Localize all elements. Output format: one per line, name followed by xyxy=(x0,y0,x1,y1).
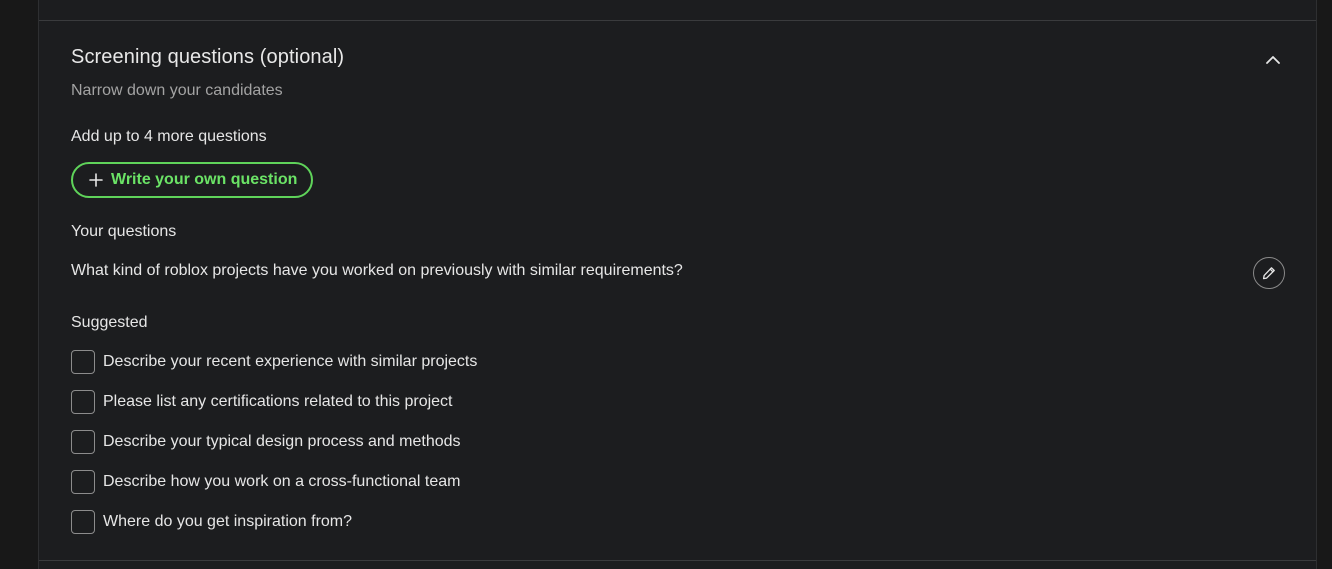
suggested-item[interactable]: Describe how you work on a cross-functio… xyxy=(71,470,461,494)
suggested-item-label: Describe your recent experience with sim… xyxy=(103,353,478,370)
suggested-item-label: Where do you get inspiration from? xyxy=(103,513,353,530)
divider xyxy=(39,20,1316,21)
chevron-up-icon xyxy=(1266,56,1280,64)
suggested-label: Suggested xyxy=(71,314,148,331)
suggested-item-label: Please list any certifications related t… xyxy=(103,393,453,410)
add-questions-label: Add up to 4 more questions xyxy=(71,128,267,145)
checkbox[interactable] xyxy=(71,390,95,414)
checkbox[interactable] xyxy=(71,470,95,494)
suggested-item[interactable]: Please list any certifications related t… xyxy=(71,390,453,414)
section-title: Screening questions (optional) xyxy=(71,46,345,68)
suggested-item-label: Describe your typical design process and… xyxy=(103,433,461,450)
divider xyxy=(39,560,1316,561)
pencil-icon xyxy=(1262,267,1275,280)
suggested-item[interactable]: Where do you get inspiration from? xyxy=(71,510,352,534)
screening-questions-panel: Screening questions (optional) Narrow do… xyxy=(38,0,1317,569)
edit-question-button[interactable] xyxy=(1253,257,1285,289)
plus-icon xyxy=(89,173,103,187)
checkbox[interactable] xyxy=(71,510,95,534)
checkbox[interactable] xyxy=(71,350,95,374)
write-own-question-label: Write your own question xyxy=(111,171,298,188)
section-subtitle: Narrow down your candidates xyxy=(71,82,283,99)
suggested-item-label: Describe how you work on a cross-functio… xyxy=(103,473,461,490)
checkbox[interactable] xyxy=(71,430,95,454)
page: Screening questions (optional) Narrow do… xyxy=(0,0,1332,569)
suggested-item[interactable]: Describe your typical design process and… xyxy=(71,430,461,454)
suggested-item[interactable]: Describe your recent experience with sim… xyxy=(71,350,477,374)
collapse-button[interactable] xyxy=(1259,48,1287,72)
your-questions-label: Your questions xyxy=(71,223,177,240)
write-own-question-button[interactable]: Write your own question xyxy=(71,162,314,198)
question-item: What kind of roblox projects have you wo… xyxy=(71,262,683,279)
